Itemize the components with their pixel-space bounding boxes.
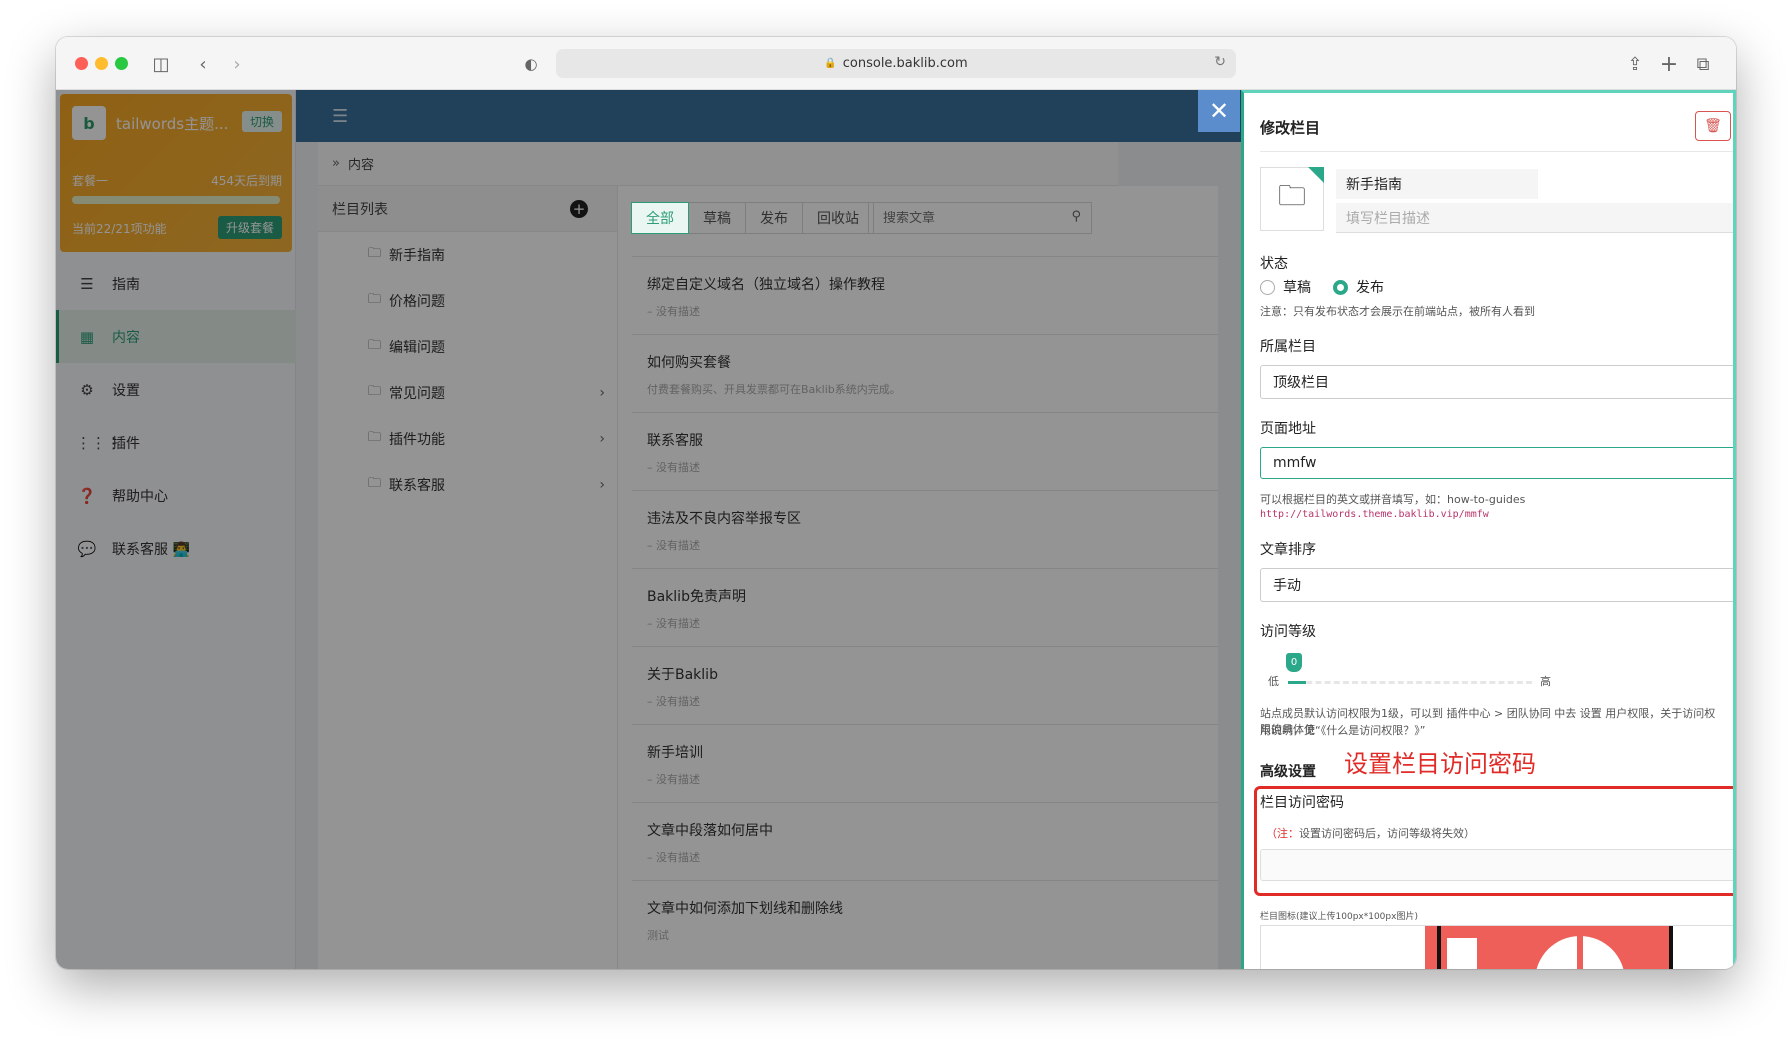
parent-column-value: 顶级栏目 — [1273, 375, 1329, 391]
tabs-overview-icon[interactable]: ⧉ — [1690, 51, 1716, 77]
minimize-window-button[interactable] — [95, 57, 108, 70]
divider — [1260, 151, 1733, 152]
reload-icon[interactable]: ↻ — [1214, 54, 1226, 70]
access-low-label: 低 — [1268, 675, 1279, 688]
parent-column-select[interactable]: 顶级栏目▼ — [1260, 365, 1733, 399]
icon-shape — [1437, 926, 1441, 969]
column-icon-label: 栏目图标(建议上传100px*100px图片) — [1260, 912, 1418, 922]
icon-shape — [1577, 936, 1583, 969]
delete-column-button[interactable]: 🗑 — [1695, 111, 1731, 141]
lock-icon: 🔒 — [824, 58, 837, 69]
status-publish-radio[interactable] — [1333, 279, 1348, 295]
browser-toolbar: ◫ ‹ › ◐ 🔒 console.baklib.com ↻ ⇪ + ⧉ — [56, 37, 1736, 90]
share-icon[interactable]: ⇪ — [1622, 51, 1648, 77]
password-note: （注：设置访问密码后，访问等级将失效） — [1266, 825, 1475, 841]
advanced-settings-label: 高级设置 — [1260, 764, 1316, 780]
column-icon-preview[interactable]: 🗀 — [1260, 167, 1324, 231]
status-label: 状态 — [1260, 256, 1288, 272]
column-name-input[interactable]: 新手指南 — [1336, 169, 1538, 199]
article-sort-value: 手动 — [1273, 578, 1301, 594]
maximize-window-button[interactable] — [115, 57, 128, 70]
parent-column-label: 所属栏目 — [1260, 339, 1316, 355]
close-window-button[interactable] — [75, 57, 88, 70]
slider-fill — [1288, 681, 1306, 684]
trash-icon: 🗑 — [1704, 118, 1722, 134]
status-hint: 注意：只有发布状态才会展示在前端站点，被所有人看到 — [1260, 305, 1535, 318]
password-note-body: 设置访问密码后，访问等级将失效） — [1299, 827, 1475, 840]
shield-icon[interactable]: ◐ — [518, 51, 544, 77]
folder-icon: 🗀 — [1277, 179, 1306, 212]
column-desc-input[interactable]: 填写栏目描述 — [1336, 203, 1733, 233]
tab-all[interactable]: 全部 — [631, 202, 689, 234]
url-text: console.baklib.com — [842, 56, 968, 71]
page-viewport: b tailwords主题... 切换 套餐一 454天后到期 当前22/21项… — [56, 90, 1736, 969]
forward-icon[interactable]: › — [224, 51, 250, 77]
icon-shape — [1447, 938, 1477, 969]
status-radio-group: 草稿 发布 — [1260, 277, 1384, 297]
password-input[interactable] — [1260, 849, 1733, 881]
access-level-slider[interactable]: 低 0 高 — [1260, 651, 1733, 701]
icon-shape — [1669, 926, 1673, 969]
close-icon: ✕ — [1208, 97, 1230, 125]
status-draft-label[interactable]: 草稿 — [1283, 277, 1311, 297]
new-tab-icon[interactable]: + — [1656, 51, 1682, 77]
article-sort-label: 文章排序 — [1260, 542, 1316, 558]
page-url-full[interactable]: http://tailwords.theme.baklib.vip/mmfw — [1260, 509, 1489, 520]
password-note-prefix: （注： — [1266, 827, 1299, 840]
edit-column-drawer: 修改栏目 🗑 🗀 新手指南 填写栏目描述 状态 草稿 发布 注意：只有发布状态才… — [1241, 90, 1736, 969]
page-url-label: 页面地址 — [1260, 421, 1316, 437]
close-drawer-button[interactable]: ✕ — [1198, 90, 1240, 132]
page-url-hint: 可以根据栏目的英文或拼音填写，如：how-to-guides — [1260, 493, 1526, 506]
access-hint-line-2: 用说明，见“《什么是访问权限？》” — [1260, 724, 1426, 737]
slider-track[interactable] — [1288, 681, 1532, 684]
column-icon-upload[interactable] — [1260, 925, 1733, 969]
password-label: 栏目访问密码 — [1260, 795, 1344, 811]
access-high-label: 高 — [1540, 675, 1551, 688]
address-bar[interactable]: 🔒 console.baklib.com ↻ — [556, 49, 1236, 78]
edit-corner-badge — [1308, 167, 1324, 183]
status-publish-label[interactable]: 发布 — [1356, 277, 1384, 297]
back-icon[interactable]: ‹ — [190, 51, 216, 77]
slider-handle[interactable]: 0 — [1286, 653, 1302, 672]
annotation-text: 设置栏目访问密码 — [1344, 750, 1536, 778]
page-url-input[interactable]: mmfw✔ — [1260, 447, 1733, 479]
drawer-title: 修改栏目 — [1260, 119, 1321, 137]
browser-window: ◫ ‹ › ◐ 🔒 console.baklib.com ↻ ⇪ + ⧉ b t… — [56, 37, 1736, 969]
sidebar-toggle-icon[interactable]: ◫ — [148, 51, 174, 77]
access-level-label: 访问等级 — [1260, 624, 1316, 640]
page-url-value: mmfw — [1273, 455, 1317, 471]
article-sort-select[interactable]: 手动▼ — [1260, 568, 1733, 602]
status-draft-radio[interactable] — [1260, 279, 1275, 295]
column-icon-image — [1425, 926, 1673, 969]
